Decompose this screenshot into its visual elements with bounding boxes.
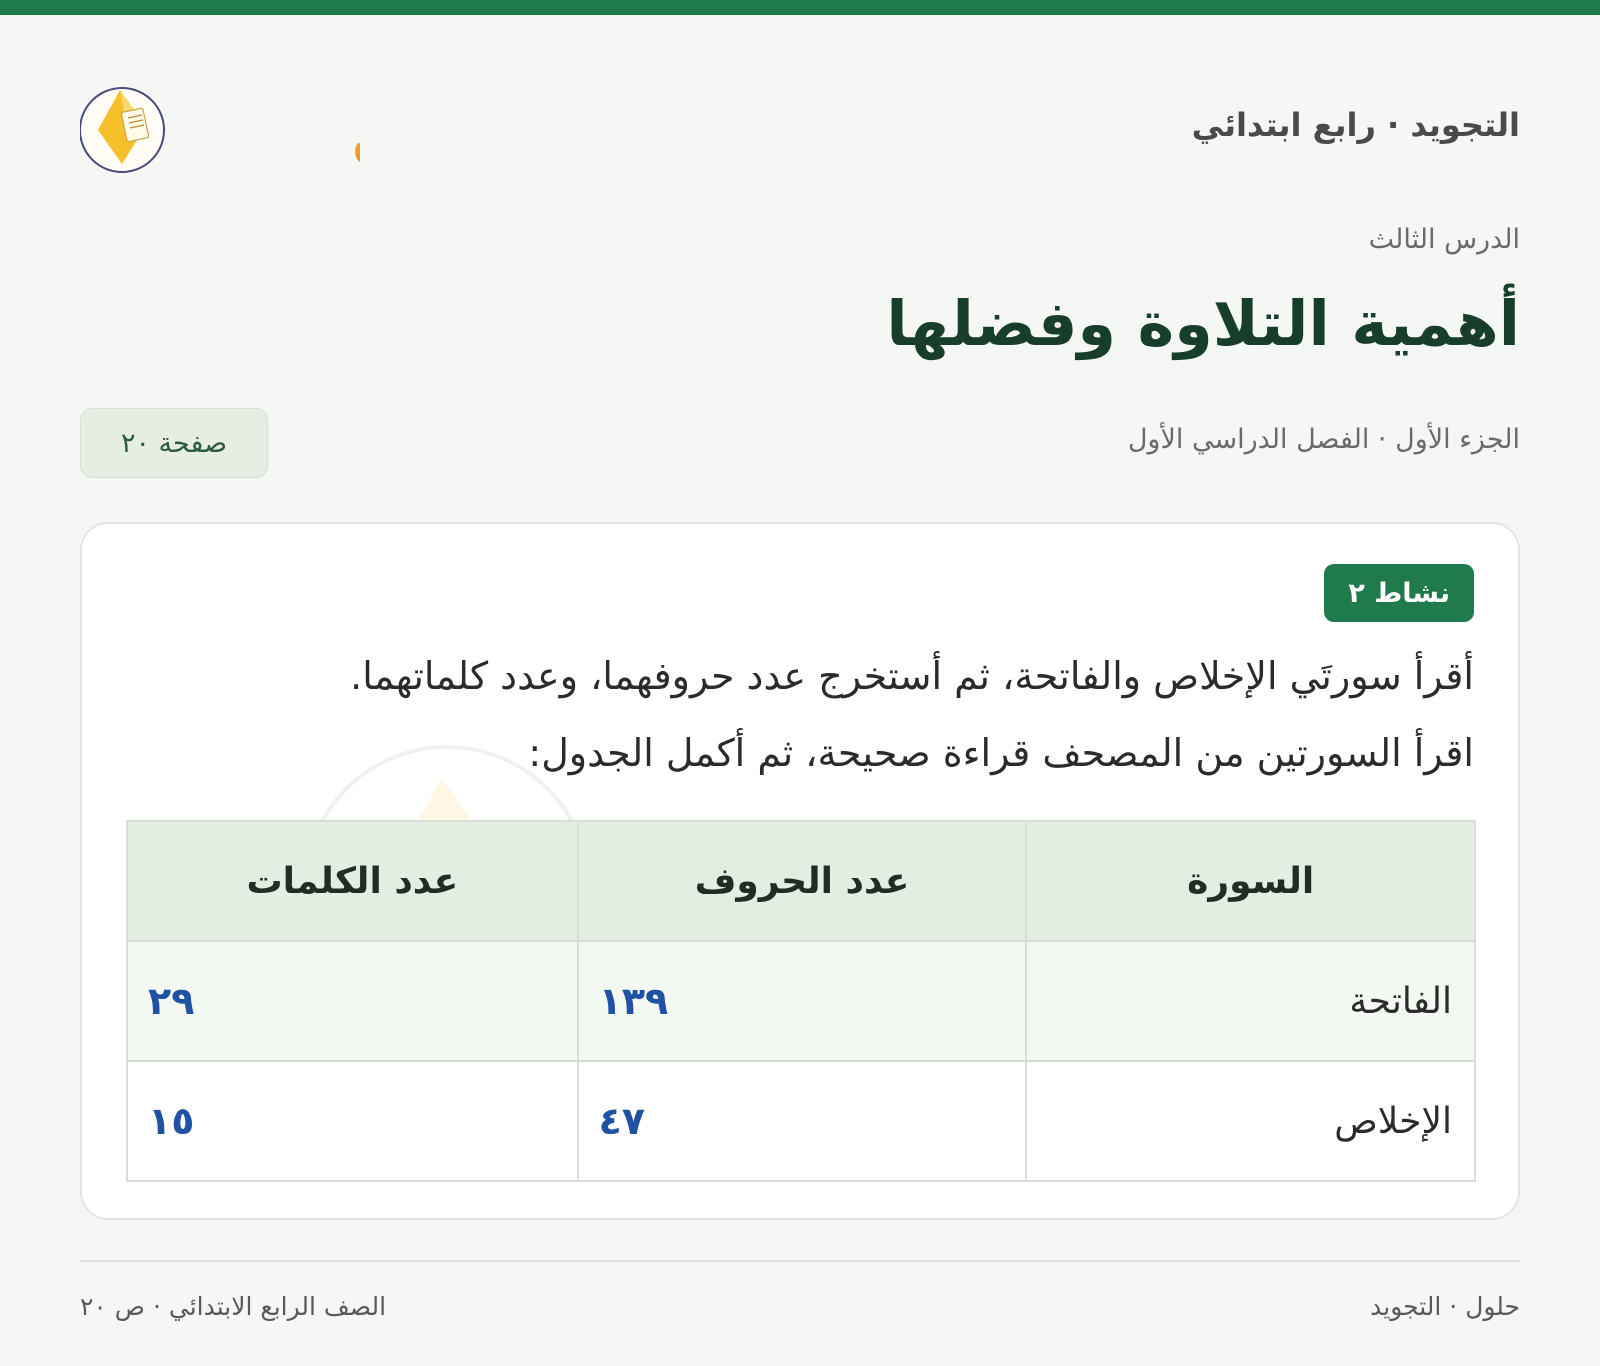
surah-name: الإخلاص — [1025, 1062, 1474, 1180]
words-count: ٢٩ — [148, 979, 195, 1023]
header: التجويد · رابع ابتدائي حلول — [80, 70, 1520, 190]
letters-count: ١٣٩ — [576, 942, 1026, 1060]
surah-name: الفاتحة — [1025, 942, 1474, 1060]
table-row: الإخلاص ٤٧ ١٥ — [128, 1060, 1474, 1180]
activity-badge: نشاط ٢ — [1324, 564, 1474, 622]
footer-source: حلول · التجويد — [1370, 1292, 1520, 1321]
footer-divider — [80, 1260, 1520, 1262]
instruction-line-1: أقرأ سورتَي الإخلاص والفاتحة، ثم أستخرج … — [350, 654, 1474, 698]
lesson-label: الدرس الثالث — [1368, 224, 1520, 255]
table-row: الفاتحة ١٣٩ ٢٩ — [128, 940, 1474, 1060]
instruction-line-2: اقرأ السورتين من المصحف قراءة صحيحة، ثم … — [528, 731, 1474, 775]
header-words: عدد الكلمات — [246, 860, 459, 902]
activity-card: حلول نشاط ٢ أقرأ سورتَي الإخلاص والفاتحة… — [80, 522, 1520, 1220]
lesson-title: أهمية التلاوة وفضلها — [886, 287, 1520, 360]
page-number-badge: صفحة ٢٠ — [80, 408, 268, 478]
logo-wordmark: حلول — [350, 86, 360, 173]
footer-page-info: الصف الرابع الابتدائي · ص ٢٠ — [80, 1292, 387, 1321]
subject-title: التجويد · رابع ابتدائي — [1191, 106, 1520, 144]
hulul-logo[interactable]: حلول — [80, 70, 360, 182]
page: التجويد · رابع ابتدائي حلول الدرس الثالث… — [80, 0, 1520, 1366]
table-header-row: السورة عدد الحروف عدد الكلمات — [128, 822, 1474, 940]
header-surah: السورة — [1025, 822, 1474, 940]
words-count: ١٥ — [148, 1099, 195, 1143]
lesson-meta: الجزء الأول · الفصل الدراسي الأول — [1127, 424, 1520, 455]
answers-table: السورة عدد الحروف عدد الكلمات الفاتحة ١٣… — [126, 820, 1476, 1182]
letters-count: ٤٧ — [576, 1062, 1026, 1180]
header-letters: عدد الحروف — [576, 822, 1026, 940]
